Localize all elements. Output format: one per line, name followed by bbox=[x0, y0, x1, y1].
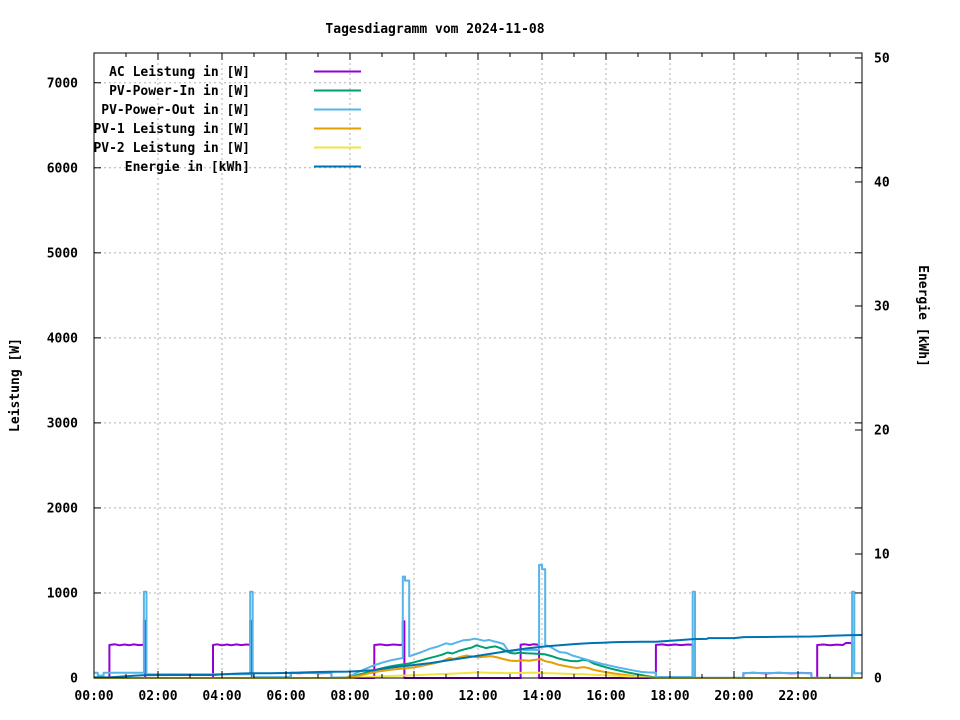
legend-label-pv-2-leistung: PV-2 Leistung in [W] bbox=[93, 141, 250, 156]
legend-label-pv-power-in: PV-Power-In in [W] bbox=[109, 84, 250, 99]
y-tick-label-left: 1000 bbox=[47, 586, 78, 601]
y-tick-label-left: 5000 bbox=[47, 246, 78, 261]
y-tick-label-right: 30 bbox=[874, 299, 890, 314]
y-tick-label-left: 2000 bbox=[47, 501, 78, 516]
legend-label-ac-leistung: AC Leistung in [W] bbox=[109, 65, 250, 80]
x-tick-label: 10:00 bbox=[394, 689, 433, 704]
x-tick-label: 00:00 bbox=[74, 689, 113, 704]
y-tick-label-left: 3000 bbox=[47, 416, 78, 431]
x-tick-label: 04:00 bbox=[202, 689, 241, 704]
y-axis-label-right: Energie [kWh] bbox=[915, 265, 930, 367]
x-tick-label: 12:00 bbox=[458, 689, 497, 704]
x-tick-label: 08:00 bbox=[330, 689, 369, 704]
x-tick-label: 06:00 bbox=[266, 689, 305, 704]
x-tick-label: 14:00 bbox=[522, 689, 561, 704]
y-tick-label-right: 40 bbox=[874, 175, 890, 190]
y-tick-label-left: 4000 bbox=[47, 331, 78, 346]
series-line-pv-power-out bbox=[94, 563, 862, 679]
chart-title: Tagesdiagramm vom 2024-11-08 bbox=[325, 22, 544, 37]
y-tick-label-right: 20 bbox=[874, 423, 890, 438]
y-tick-label-right: 10 bbox=[874, 547, 890, 562]
chart-canvas: 00:00 02:00 04:00 06:00 08:00 10:00 12:00 14:00… bbox=[8, 22, 930, 704]
x-tick-label: 18:00 bbox=[650, 689, 689, 704]
legend-label-energie: Energie in [kWh] bbox=[125, 160, 250, 175]
y-tick-label-left: 0 bbox=[70, 672, 78, 687]
legend-label-pv-1-leistung: PV-1 Leistung in [W] bbox=[93, 122, 250, 137]
series-lines bbox=[94, 563, 863, 679]
x-tick-label: 16:00 bbox=[586, 689, 625, 704]
y-tick-label-right: 50 bbox=[874, 51, 890, 66]
y-tick-label-left: 7000 bbox=[47, 76, 78, 91]
x-tick-label: 20:00 bbox=[714, 689, 753, 704]
tagesdiagramm-page: 00:00 02:00 04:00 06:00 08:00 10:00 12:00 14:00… bbox=[0, 0, 960, 720]
y-tick-label-right: 0 bbox=[874, 672, 882, 687]
legend-label-pv-power-out: PV-Power-Out in [W] bbox=[101, 103, 250, 118]
legend: AC Leistung in [W] PV-Power-In in [W] PV-P… bbox=[93, 65, 361, 175]
x-tick-label: 02:00 bbox=[138, 689, 177, 704]
x-tick-label: 22:00 bbox=[778, 689, 817, 704]
y-tick-label-left: 6000 bbox=[47, 161, 78, 176]
y-axis-label-left: Leistung [W] bbox=[8, 338, 23, 432]
